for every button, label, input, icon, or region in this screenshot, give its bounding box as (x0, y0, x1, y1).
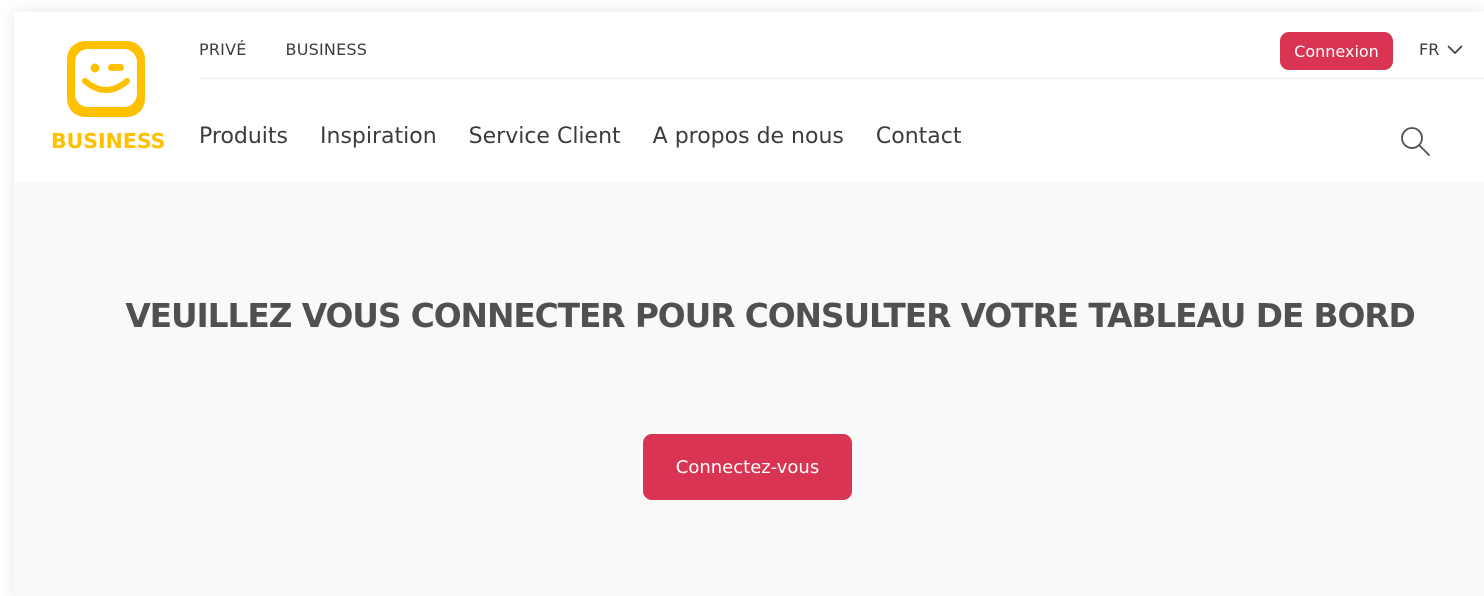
nav-a-propos[interactable]: A propos de nous (653, 124, 844, 149)
top-nav: PRIVÉ BUSINESS (199, 40, 406, 59)
connectez-vous-button[interactable]: Connectez-vous (643, 434, 852, 500)
connexion-button[interactable]: Connexion (1280, 32, 1393, 70)
business-logo[interactable]: BUSINESS (51, 38, 166, 158)
page-frame: BUSINESS PRIVÉ BUSINESS Connexion FR Pro… (14, 12, 1484, 596)
top-nav-business[interactable]: BUSINESS (286, 40, 368, 59)
top-nav-prive[interactable]: PRIVÉ (199, 40, 247, 59)
search-icon[interactable] (1399, 125, 1431, 157)
language-label: FR (1419, 40, 1440, 59)
login-prompt-section: VEUILLEZ VOUS CONNECTER POUR CONSULTER V… (14, 183, 1484, 596)
header-divider (199, 78, 1484, 79)
site-header: BUSINESS PRIVÉ BUSINESS Connexion FR Pro… (14, 12, 1484, 183)
nav-inspiration[interactable]: Inspiration (320, 124, 437, 149)
page-headline: VEUILLEZ VOUS CONNECTER POUR CONSULTER V… (125, 296, 1415, 335)
winking-smiley-icon (67, 41, 145, 117)
chevron-down-icon (1448, 45, 1463, 54)
nav-contact[interactable]: Contact (876, 124, 962, 149)
logo-text: BUSINESS (51, 129, 166, 153)
nav-service-client[interactable]: Service Client (469, 124, 621, 149)
nav-produits[interactable]: Produits (199, 124, 288, 149)
main-nav: Produits Inspiration Service Client A pr… (199, 124, 993, 149)
language-selector[interactable]: FR (1419, 40, 1463, 59)
